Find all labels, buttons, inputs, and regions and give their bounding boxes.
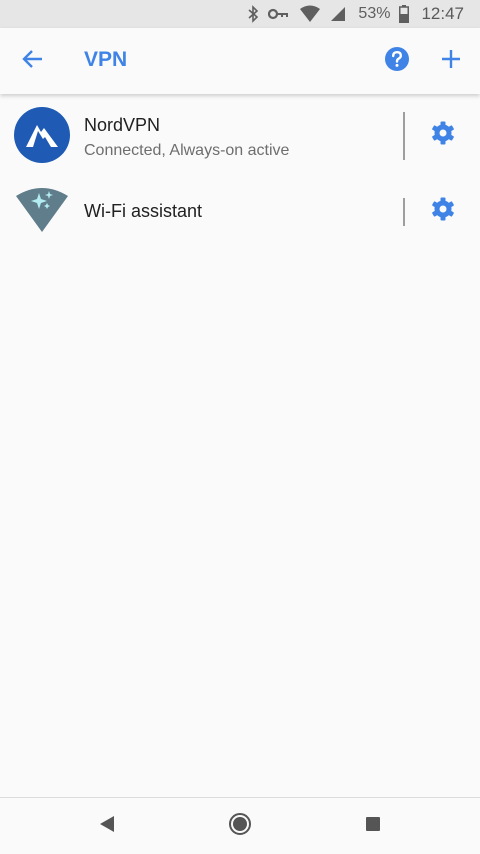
page-title: VPN xyxy=(84,48,128,71)
vpn-item-title: NordVPN xyxy=(84,115,161,135)
nav-back-button[interactable] xyxy=(91,810,123,842)
help-button[interactable] xyxy=(378,42,416,80)
vpn-key-icon xyxy=(268,7,290,21)
back-triangle-icon xyxy=(99,815,115,838)
recents-square-icon xyxy=(365,816,381,837)
bluetooth-icon xyxy=(247,5,259,23)
vpn-item-nordvpn[interactable]: NordVPN Connected, Always-on active xyxy=(0,94,480,174)
cell-signal-icon xyxy=(330,6,346,22)
settings-button-nordvpn[interactable] xyxy=(424,116,462,154)
vpn-item-wifi-assistant[interactable]: Wi-Fi assistant xyxy=(0,174,480,254)
back-button[interactable] xyxy=(14,42,52,80)
settings-button-wifi-assistant[interactable] xyxy=(424,192,462,230)
home-circle-icon xyxy=(228,812,252,841)
add-icon xyxy=(441,49,461,74)
vpn-item-text: NordVPN Connected, Always-on active xyxy=(84,115,289,160)
battery-icon xyxy=(399,5,410,23)
vpn-list: NordVPN Connected, Always-on active Wi-F… xyxy=(0,94,480,254)
gear-icon xyxy=(430,120,456,151)
vpn-item-status: Connected, Always-on active xyxy=(84,142,290,159)
gear-icon xyxy=(430,196,456,227)
divider xyxy=(403,112,405,160)
vpn-item-title: Wi-Fi assistant xyxy=(84,201,203,221)
wifi-assistant-icon xyxy=(14,182,70,238)
nordvpn-logo-icon xyxy=(14,107,70,163)
nav-recents-button[interactable] xyxy=(357,810,389,842)
vpn-item-text: Wi-Fi assistant xyxy=(84,201,202,222)
app-bar: VPN xyxy=(0,28,480,94)
navigation-bar xyxy=(0,797,480,854)
clock: 12:47 xyxy=(421,4,464,23)
nav-home-button[interactable] xyxy=(224,810,256,842)
battery-percent: 53% xyxy=(358,5,391,22)
wifi-icon xyxy=(299,5,321,23)
add-vpn-button[interactable] xyxy=(432,42,470,80)
help-icon xyxy=(384,46,410,77)
divider xyxy=(403,198,405,226)
status-bar: 53% 12:47 xyxy=(0,0,480,28)
arrow-back-icon xyxy=(22,48,44,75)
